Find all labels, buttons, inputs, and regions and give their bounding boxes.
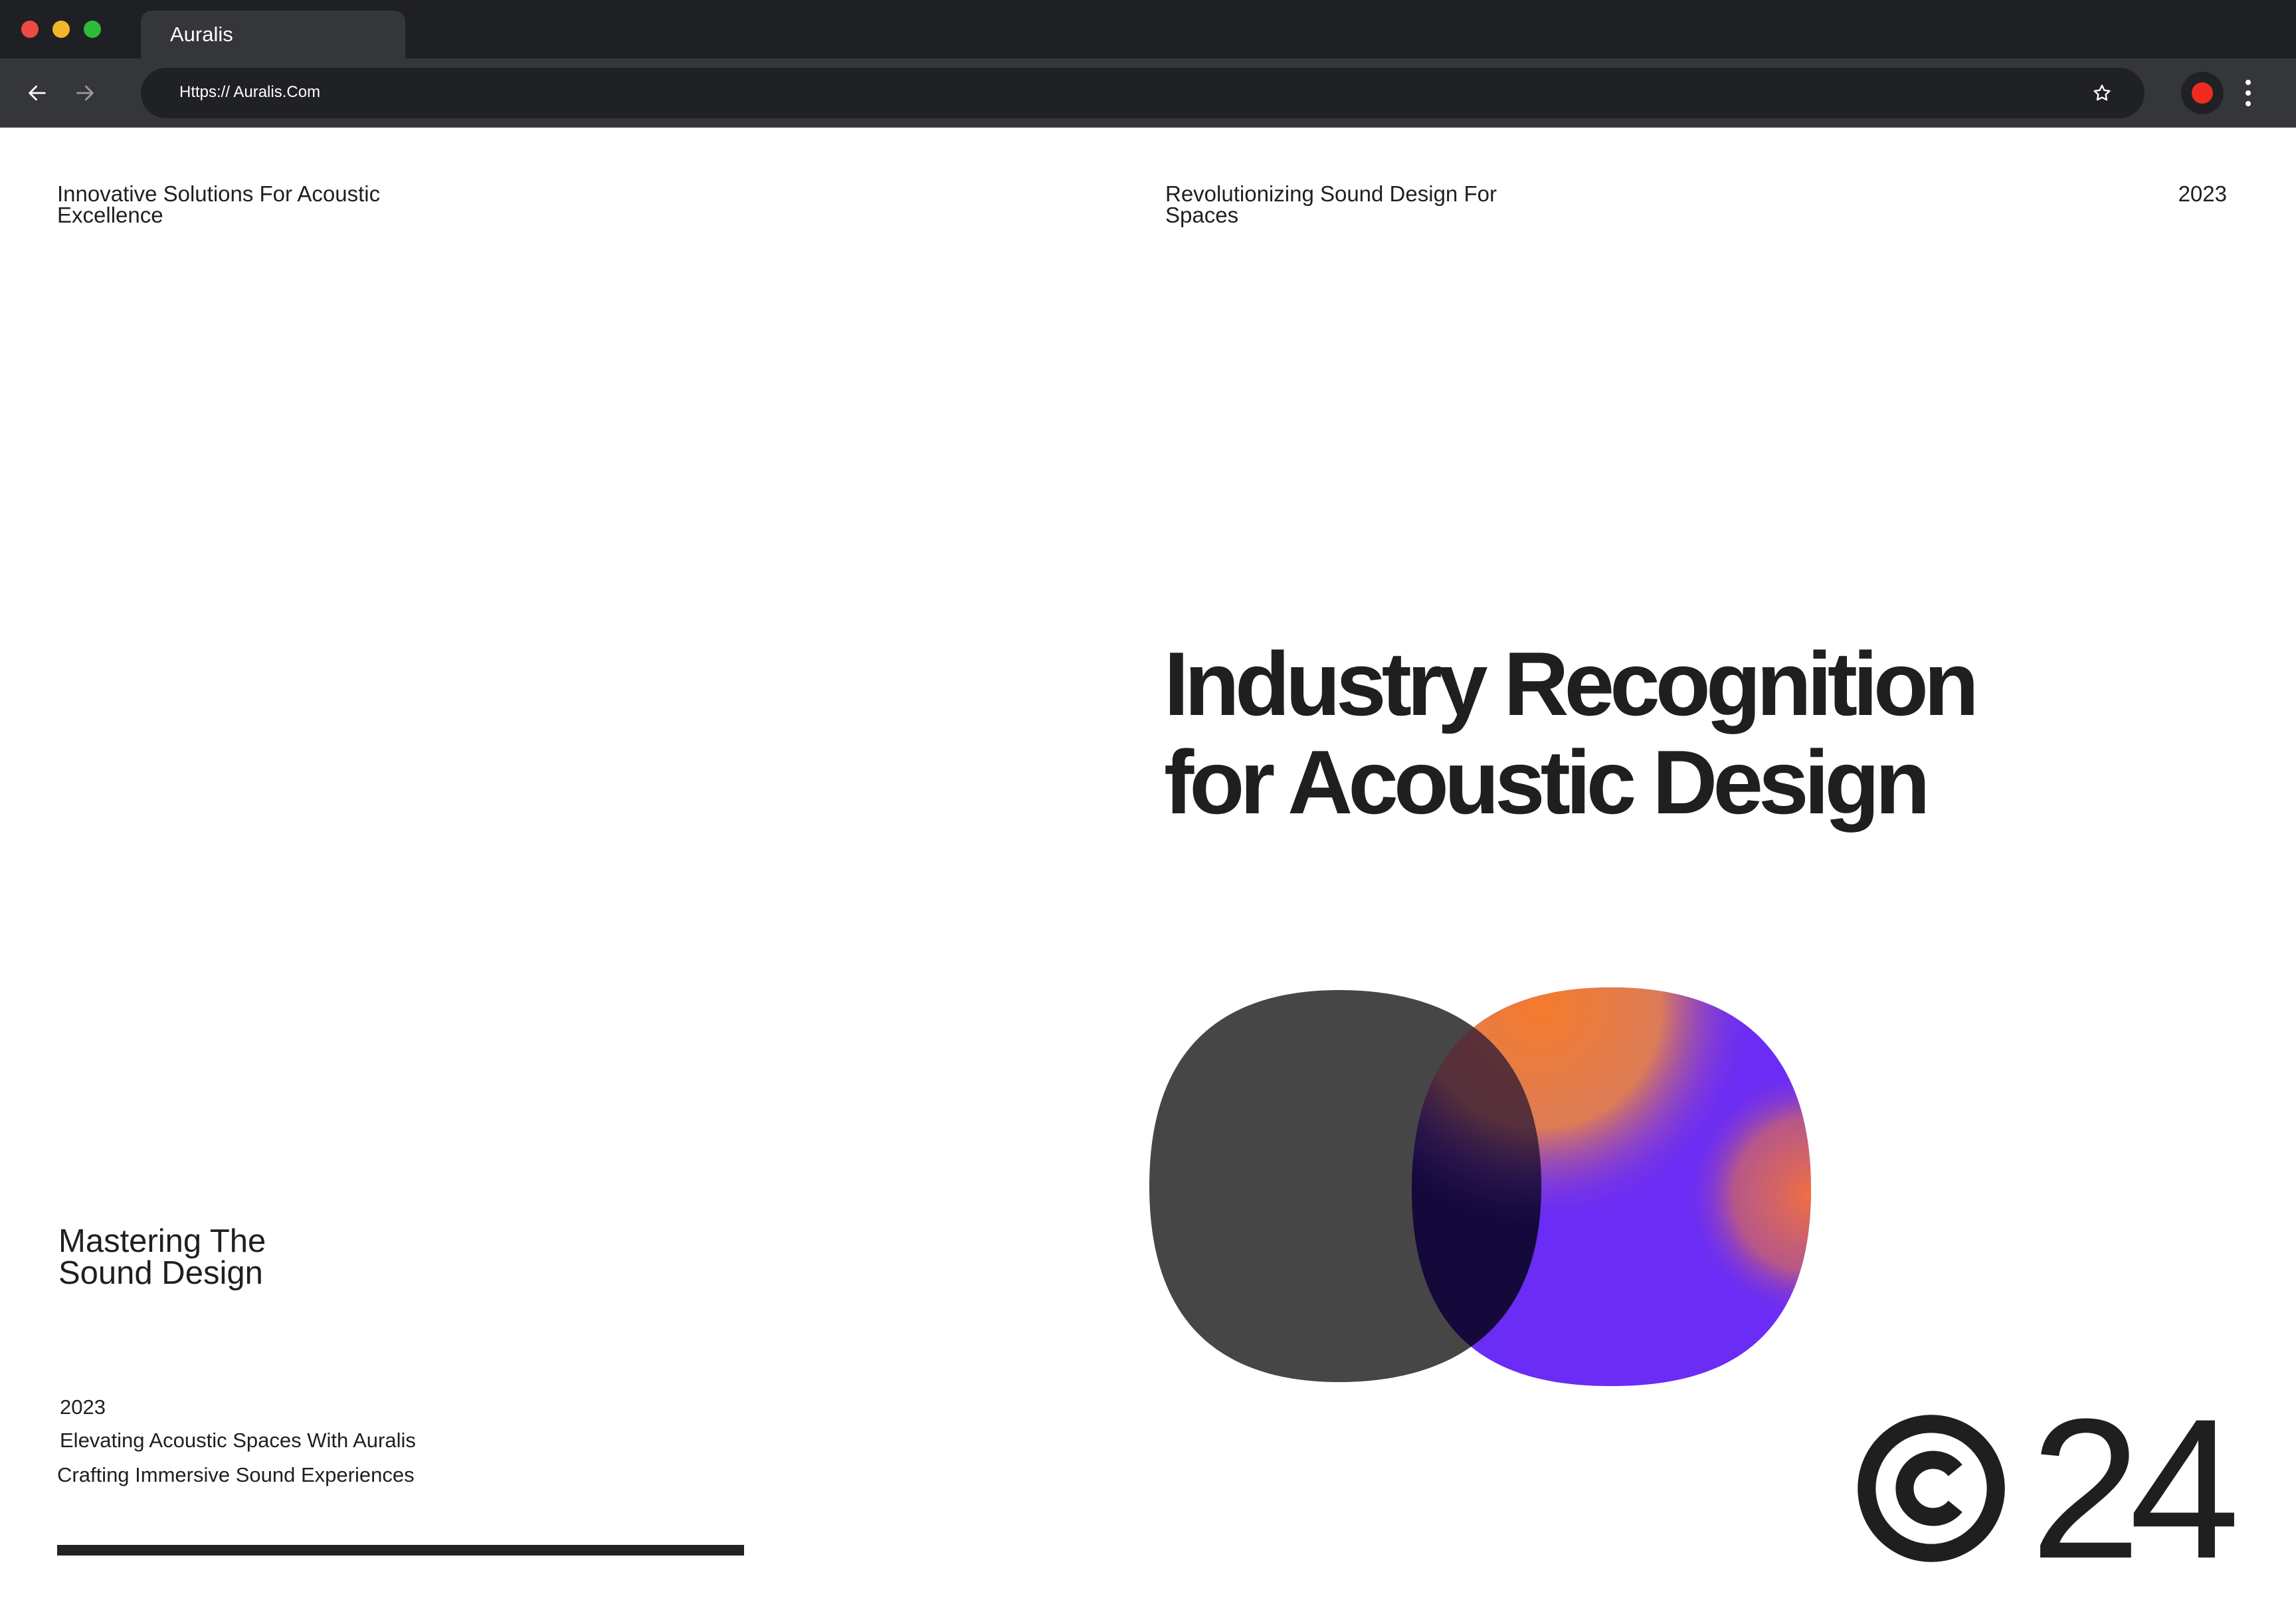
tab-title: Auralis	[170, 23, 233, 46]
header-year: 2023	[2178, 181, 2227, 206]
extension-icon	[2192, 82, 2213, 104]
meta-line2: Crafting Immersive Sound Experiences	[57, 1463, 415, 1486]
forward-button[interactable]	[64, 72, 106, 114]
subhead-line2: Sound Design	[58, 1255, 263, 1291]
subhead-line1: Mastering The	[58, 1223, 266, 1259]
bookmark-button[interactable]	[2086, 77, 2118, 109]
overlapping-blobs-graphic	[1149, 987, 1811, 1386]
section-subhead: Mastering The Sound Design	[58, 1223, 266, 1291]
hero-title-line2: for Acoustic Design	[1164, 732, 1931, 833]
copyright-icon	[1858, 1415, 2005, 1562]
browser-titlebar: Auralis	[0, 0, 2296, 58]
back-button[interactable]	[16, 72, 58, 114]
browser-toolbar: Https:// Auralis.Com	[0, 58, 2296, 128]
browser-tab[interactable]: Auralis	[141, 11, 405, 58]
forward-arrow-icon	[76, 85, 94, 101]
hero-title-line1: Industry Recognition	[1164, 633, 1979, 734]
header-center-tagline: Revolutionizing Sound Design For Spaces	[1165, 181, 1497, 227]
browser-menu-button[interactable]	[2232, 72, 2264, 114]
star-icon	[2093, 84, 2111, 101]
hero-title: Industry Recognition for Acoustic Design	[1164, 635, 2160, 831]
close-window-button[interactable]	[21, 21, 39, 38]
bottom-divider-bar	[57, 1545, 744, 1556]
copyright-mark: 24	[1856, 1377, 2240, 1600]
maximize-window-button[interactable]	[84, 21, 101, 38]
back-arrow-icon	[29, 85, 46, 101]
header-left-tagline: Innovative Solutions For Acoustic Excell…	[57, 181, 381, 227]
meta-line1: Elevating Acoustic Spaces With Auralis	[60, 1429, 416, 1452]
address-bar[interactable]: Https:// Auralis.Com	[141, 68, 2145, 118]
extension-button[interactable]	[2181, 72, 2224, 114]
minimize-window-button[interactable]	[52, 21, 70, 38]
kebab-menu-icon	[2246, 80, 2251, 85]
copyright-number: 24	[2030, 1377, 2240, 1600]
url-text: Https:// Auralis.Com	[179, 83, 321, 101]
meta-year: 2023	[60, 1395, 106, 1419]
